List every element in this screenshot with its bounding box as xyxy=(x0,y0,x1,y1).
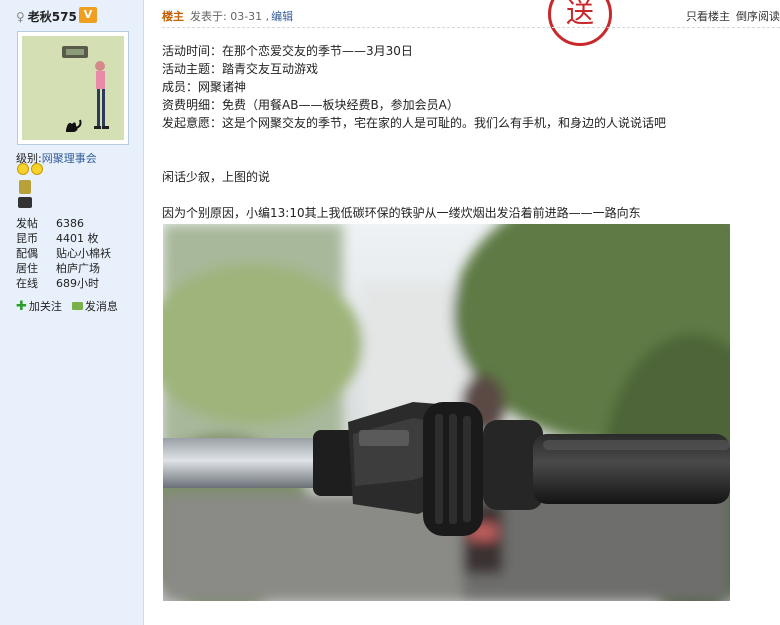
stat-label: 发帖 xyxy=(16,217,38,230)
reverse-order-link[interactable]: 倒序阅读 xyxy=(736,10,780,23)
user-icon: ♀ xyxy=(16,10,25,24)
divider xyxy=(162,27,780,28)
post-tools: 只看楼主 倒序阅读 xyxy=(680,8,780,24)
post-main: 楼主 发表于: 03-31 , 编辑 送 只看楼主 倒序阅读 活动时间：在那个恋爱交友… xyxy=(144,0,780,625)
user-actions: ✚ 加关注 发消息 xyxy=(16,298,118,314)
username[interactable]: ♀ 老秋575 xyxy=(16,8,77,25)
post-meta: 楼主 发表于: 03-31 , 编辑 xyxy=(162,8,293,24)
stat-value: 贴心小棉袄 xyxy=(56,247,111,260)
posted-time: 发表于: 03-31 , xyxy=(190,10,270,23)
medal-icon xyxy=(19,180,31,194)
stat-label: 在线 xyxy=(16,277,38,290)
post-line: 资费明细：免费（用餐AB——板块经费B，参加会员A） xyxy=(162,98,459,112)
smiley-icon xyxy=(31,163,43,175)
user-rank: 级别:网聚理事会 xyxy=(16,152,97,165)
op-label: 楼主 xyxy=(162,10,184,23)
message-button[interactable]: 发消息 xyxy=(71,298,118,314)
stat-label: 居住 xyxy=(16,262,38,275)
only-op-link[interactable]: 只看楼主 xyxy=(686,10,730,23)
message-icon xyxy=(71,302,83,310)
post-content: 活动时间：在那个恋爱交友的季节——3月30日 活动主题：踏青交友互动游戏 成员：… xyxy=(162,42,666,222)
avatar-illustration xyxy=(22,36,124,140)
post-line: 活动时间：在那个恋爱交友的季节——3月30日 xyxy=(162,44,413,58)
user-stats: 发帖 6386 昆币 4401 枚 配偶 贴心小棉袄 居住 柏庐广场 在线 689小时 xyxy=(16,216,111,291)
bike-handlebar-photo xyxy=(163,224,730,601)
post-photo[interactable] xyxy=(163,224,730,601)
stat-value: 柏庐广场 xyxy=(56,262,100,275)
plus-icon: ✚ xyxy=(16,298,27,314)
gift-stamp-icon: 送 xyxy=(548,0,612,46)
post-line: 闲话少叙，上图的说 xyxy=(162,170,271,184)
user-sidebar: ♀ 老秋575 V 级别:网聚理事会 发帖 6386 昆币 4401 枚 配偶 … xyxy=(0,0,144,625)
post-line: 活动主题：踏青交友互动游戏 xyxy=(162,62,319,76)
post-line: 成员：网聚诸神 xyxy=(162,80,247,94)
post-line: 发起意愿：这是个网聚交友的季节，宅在家的人是可耻的。我们么有手机，和身边的人说说… xyxy=(162,116,667,130)
stat-value: 4401 枚 xyxy=(56,232,99,245)
stat-value: 689小时 xyxy=(56,277,99,290)
edit-link[interactable]: 编辑 xyxy=(271,10,293,23)
stat-value: 6386 xyxy=(56,217,84,230)
camera-icon xyxy=(18,197,32,208)
avatar[interactable] xyxy=(17,31,129,145)
post-line: 因为个别原因，小编13:10其上我低碳环保的铁驴从一缕炊烟出发沿着前进路——一路… xyxy=(162,206,641,220)
verified-badge: V xyxy=(79,7,97,23)
smiley-icon xyxy=(17,163,29,175)
follow-button[interactable]: ✚ 加关注 xyxy=(16,298,62,314)
stat-label: 配偶 xyxy=(16,247,38,260)
stat-label: 昆币 xyxy=(16,232,38,245)
